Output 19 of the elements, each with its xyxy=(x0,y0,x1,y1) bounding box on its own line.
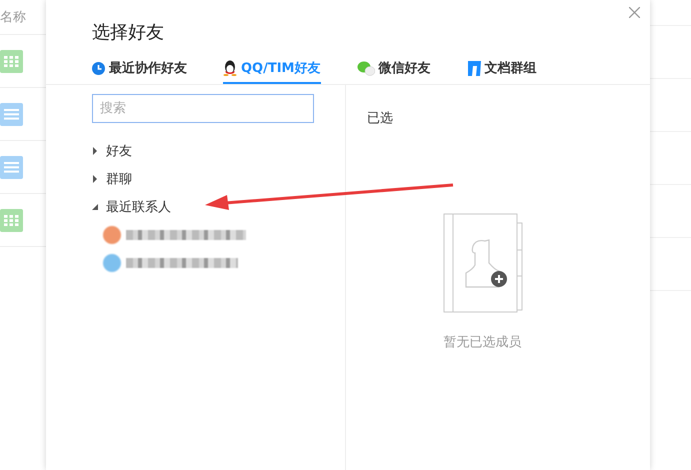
dialog-title: 选择好友 xyxy=(92,21,165,45)
tree-item[interactable]: 最近联系人 xyxy=(106,198,171,216)
collapsed-caret-icon[interactable] xyxy=(92,147,98,155)
contact-book-icon xyxy=(442,213,522,313)
clock-icon xyxy=(92,62,105,74)
tree-item[interactable]: 群聊 xyxy=(106,170,132,188)
penguin-icon xyxy=(223,60,237,76)
tab[interactable]: 最近协作好友 xyxy=(92,54,187,84)
close-icon[interactable] xyxy=(629,7,640,18)
tab[interactable]: 微信好友 xyxy=(356,54,430,84)
tab[interactable]: 文档群组 xyxy=(466,54,536,84)
empty-message: 暂无已选成员 xyxy=(444,334,522,351)
expanded-caret-icon[interactable] xyxy=(92,203,98,211)
chat-icon xyxy=(356,60,374,76)
search-field[interactable]: 搜索 xyxy=(92,94,314,123)
tree-item[interactable]: 好友 xyxy=(106,142,132,160)
panel-title: 已选 xyxy=(367,110,394,127)
collapsed-caret-icon[interactable] xyxy=(92,175,98,183)
document-icon xyxy=(466,60,480,76)
